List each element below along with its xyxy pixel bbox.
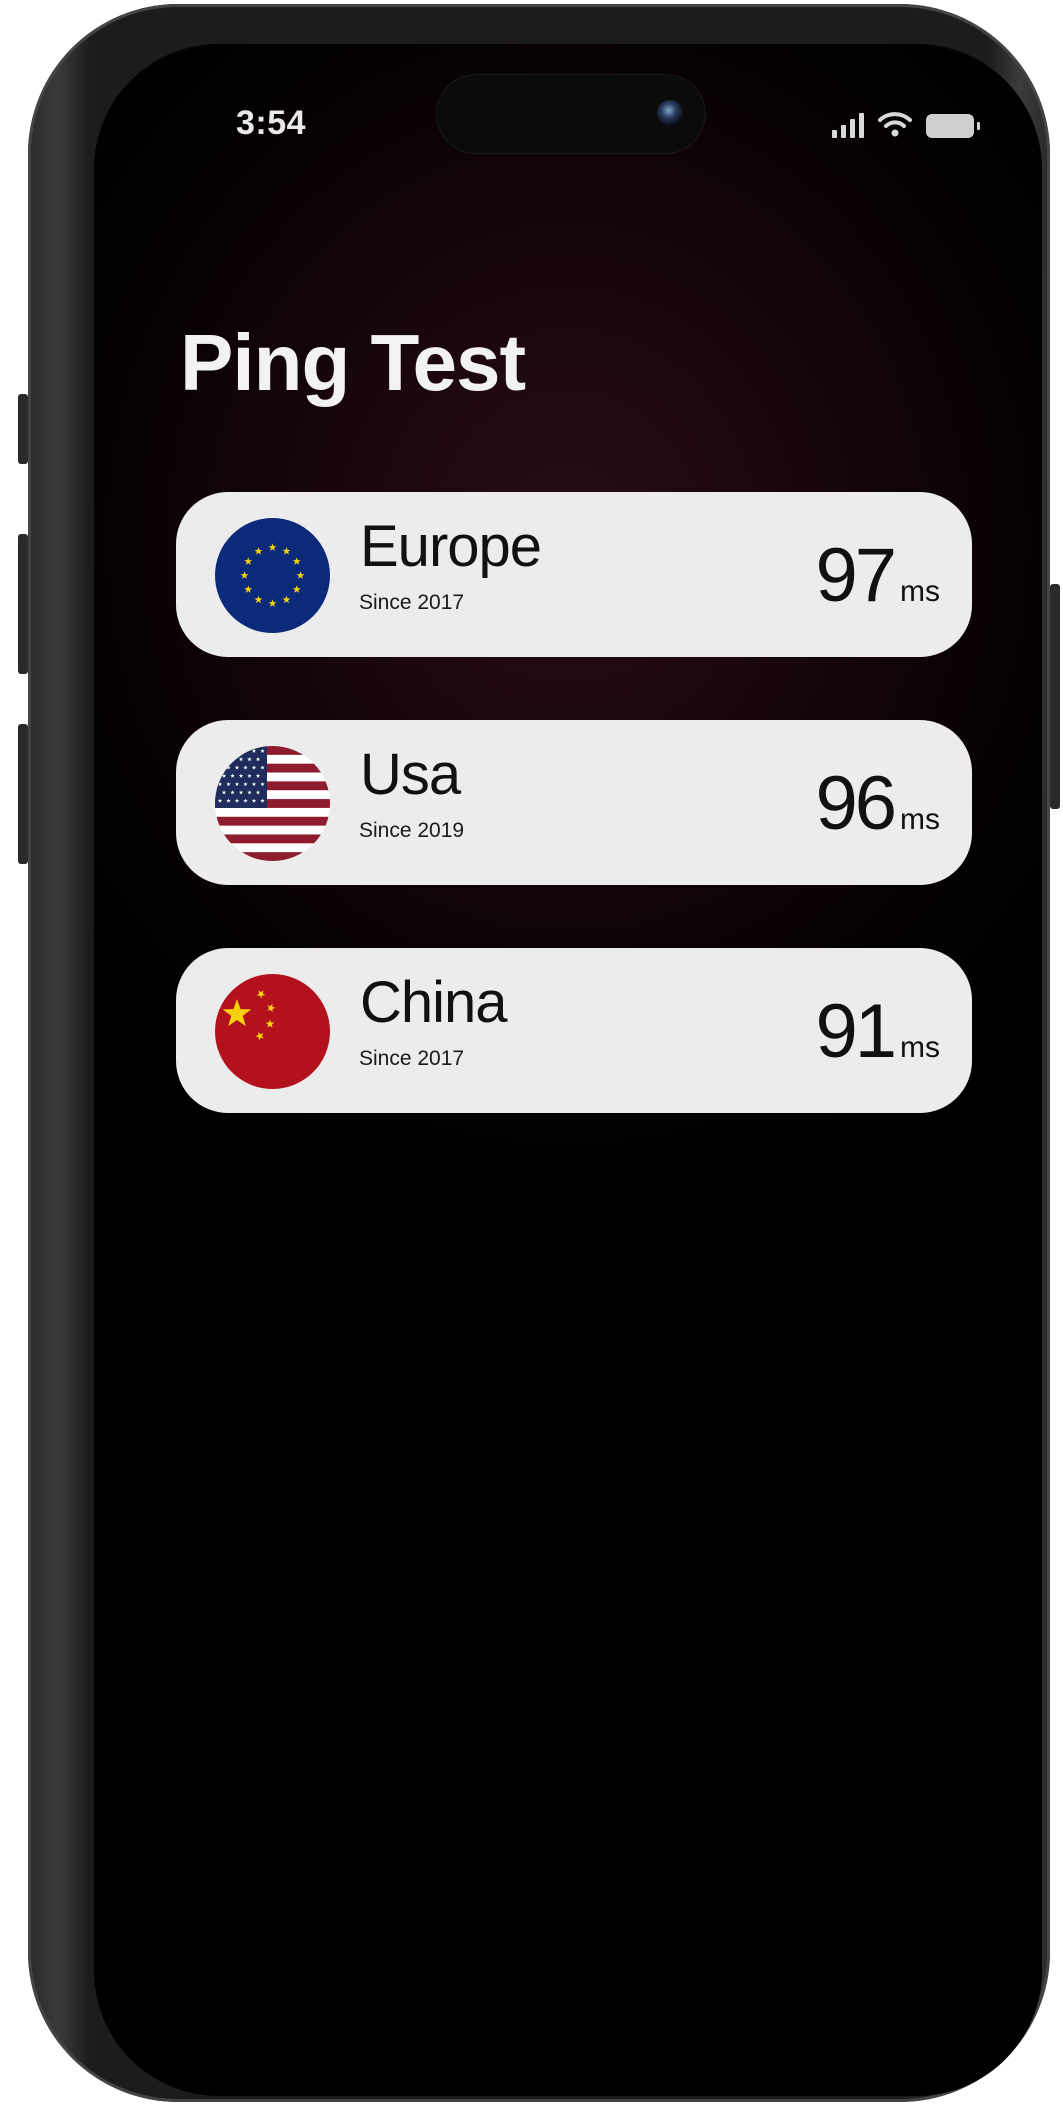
region-card-europe[interactable]: Europe Since 2017 97 ms bbox=[176, 492, 972, 657]
ping-value: 91 bbox=[815, 989, 897, 1074]
region-since: Since 2017 bbox=[359, 591, 465, 614]
ping-value: 96 bbox=[815, 761, 897, 846]
status-icons bbox=[832, 110, 980, 138]
dynamic-island bbox=[437, 75, 705, 153]
action-button bbox=[18, 394, 28, 464]
region-name: Usa bbox=[360, 742, 461, 807]
volume-down-button bbox=[18, 724, 28, 864]
ping-unit: ms bbox=[900, 1031, 940, 1064]
china-flag-icon bbox=[215, 974, 330, 1089]
wifi-icon bbox=[878, 112, 912, 137]
ping-value: 97 bbox=[815, 533, 897, 618]
ping-unit: ms bbox=[900, 575, 940, 608]
volume-up-button bbox=[18, 534, 28, 674]
region-name: China bbox=[360, 970, 508, 1035]
ping-readout: 97 ms bbox=[815, 538, 940, 614]
cellular-signal-icon bbox=[832, 112, 864, 138]
camera-icon bbox=[657, 100, 683, 126]
region-card-china[interactable]: China Since 2017 91 ms bbox=[176, 948, 972, 1113]
ping-readout: 96 ms bbox=[815, 766, 940, 842]
region-card-usa[interactable]: Usa Since 2019 96 ms bbox=[176, 720, 972, 885]
phone-frame: 3:54 Ping Test Europe Since 2017 97 ms U… bbox=[18, 4, 1060, 2102]
us-flag-icon bbox=[215, 746, 330, 861]
power-button bbox=[1050, 584, 1060, 809]
region-name: Europe bbox=[360, 514, 542, 579]
battery-icon bbox=[926, 114, 980, 138]
region-since: Since 2017 bbox=[359, 1047, 465, 1070]
region-since: Since 2019 bbox=[359, 819, 465, 842]
app-screen: 3:54 Ping Test Europe Since 2017 97 ms U… bbox=[94, 44, 1042, 2096]
eu-flag-icon bbox=[215, 518, 330, 633]
page-title: Ping Test bbox=[180, 318, 526, 407]
ping-readout: 91 ms bbox=[815, 994, 940, 1070]
ping-unit: ms bbox=[900, 803, 940, 836]
status-time: 3:54 bbox=[236, 104, 307, 142]
